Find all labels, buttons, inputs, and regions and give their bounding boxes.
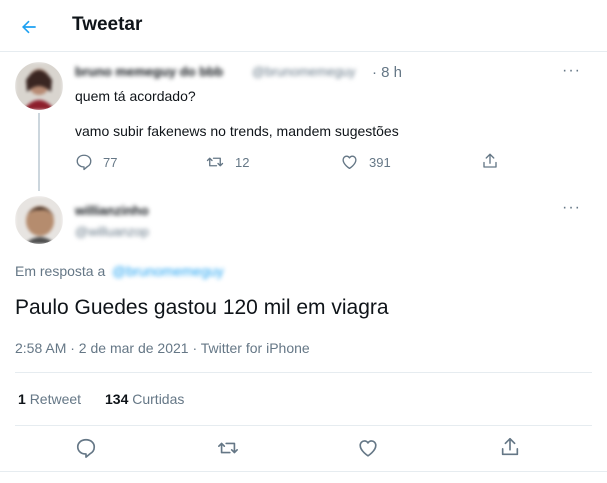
main-author-handle[interactable]: @willuanzop [75, 224, 149, 239]
reply-prefix: Em resposta a [15, 263, 106, 279]
like-icon [342, 155, 357, 170]
retweet-stat[interactable]: 1 Retweet [18, 391, 81, 407]
parent-reply-count: 77 [103, 154, 118, 170]
main-like-button[interactable] [357, 437, 379, 464]
main-retweet-button[interactable] [216, 437, 240, 464]
reply-icon [76, 438, 96, 458]
likes-count: 134 [105, 391, 129, 407]
main-avatar[interactable] [15, 196, 63, 244]
parent-share-button[interactable] [481, 152, 499, 170]
parent-author-handle[interactable]: @brunomemeguy [252, 64, 356, 79]
retweet-icon [218, 442, 238, 454]
retweet-icon [206, 157, 224, 167]
main-timestamp[interactable]: 2:58 AM · 2 de mar de 2021 · Twitter for… [15, 340, 310, 356]
parent-more-icon[interactable]: ··· [562, 62, 581, 80]
top-bar: Tweetar [0, 0, 607, 52]
parent-retweet-count: 12 [235, 154, 250, 170]
reply-icon [76, 154, 92, 171]
main-author-name[interactable]: willianzinho [75, 203, 149, 218]
parent-text-line2: vamo subir fakenews no trends, mandem su… [75, 123, 399, 139]
share-icon [501, 437, 519, 456]
back-arrow-icon [22, 20, 36, 34]
divider-3 [0, 471, 607, 472]
parent-avatar[interactable] [15, 62, 63, 110]
parent-author-name[interactable]: bruno memeguy do bbb [75, 64, 223, 79]
reply-to-link[interactable]: @brunomemeguy [112, 263, 224, 279]
retweet-count: 1 [18, 391, 26, 407]
parent-time[interactable]: · 8 h [372, 64, 402, 81]
parent-retweet-button[interactable]: 12 [205, 153, 249, 171]
parent-text-line1: quem tá acordado? [75, 88, 196, 104]
parent-reply-button[interactable]: 77 [75, 153, 117, 171]
main-tweet-text: Paulo Guedes gastou 120 mil em viagra [15, 296, 389, 319]
like-icon [359, 440, 377, 457]
parent-like-count: 391 [369, 154, 391, 170]
thread-connector [38, 113, 40, 191]
main-share-button[interactable] [499, 436, 521, 463]
divider-2 [15, 425, 592, 426]
back-button[interactable] [14, 12, 44, 42]
divider-1 [15, 372, 592, 373]
retweet-label: Retweet [29, 391, 82, 407]
share-icon [483, 153, 497, 168]
likes-stat[interactable]: 134 Curtidas [105, 391, 184, 407]
parent-like-button[interactable]: 391 [340, 153, 391, 171]
main-reply-button[interactable] [75, 437, 97, 464]
likes-label: Curtidas [132, 391, 185, 407]
reply-context: Em resposta a @brunomemeguy [15, 263, 224, 279]
main-more-icon[interactable]: ··· [562, 199, 581, 217]
page-title: Tweetar [72, 14, 143, 35]
